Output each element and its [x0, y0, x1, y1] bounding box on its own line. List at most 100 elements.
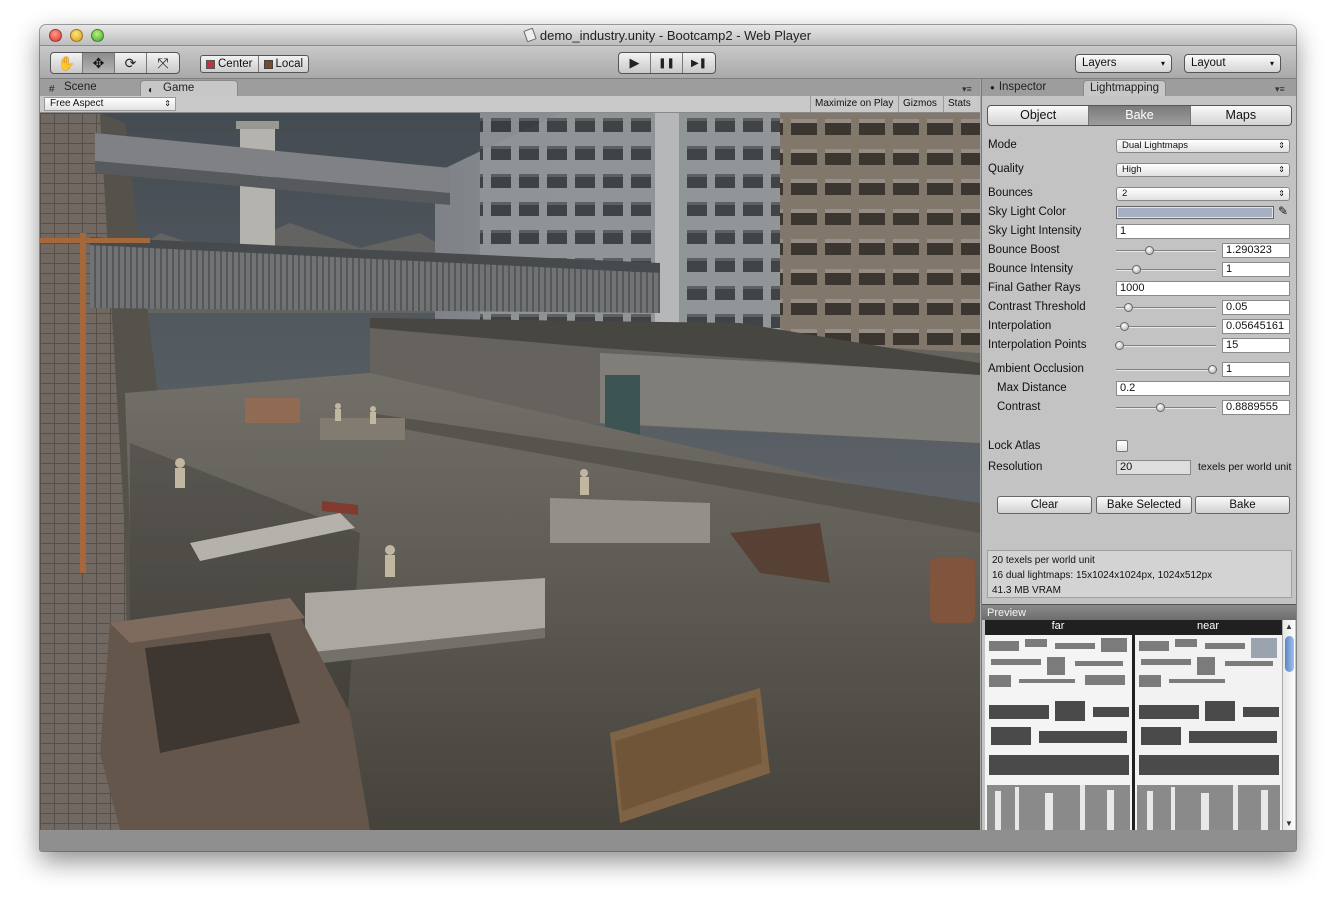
scroll-up-icon[interactable]: ▲ — [1285, 622, 1293, 631]
far-lightmap-thumbnail[interactable] — [985, 635, 1132, 830]
close-window-button[interactable] — [49, 29, 62, 42]
slider-knob[interactable] — [1120, 322, 1129, 331]
tab-scene-label: Scene — [64, 81, 97, 93]
near-label: near — [1196, 620, 1220, 632]
minimize-window-button[interactable] — [70, 29, 83, 42]
view-tab-row: # Scene ◐ Game ▾≡ — [40, 79, 980, 96]
scale-icon: ⤧ — [157, 54, 169, 71]
segment-bake[interactable]: Bake — [1089, 106, 1191, 125]
updown-arrows-icon: ⇕ — [1278, 165, 1285, 174]
step-icon: ▶❚ — [690, 57, 708, 69]
interpolation-label: Interpolation — [988, 320, 1052, 332]
ambient-occlusion-row: Ambient Occlusion 1 — [988, 361, 1294, 378]
lock-atlas-checkbox[interactable] — [1116, 440, 1128, 452]
contrast-label: Contrast — [997, 401, 1041, 413]
slider-knob[interactable] — [1124, 303, 1133, 312]
layers-dropdown[interactable]: Layers ▾ — [1075, 54, 1172, 73]
move-tool-button[interactable]: ✥ — [83, 53, 115, 73]
aspect-dropdown[interactable]: Free Aspect ⇕ — [44, 97, 176, 111]
interpolation-points-row: Interpolation Points 15 — [988, 337, 1294, 354]
inspector-icon: ● — [990, 83, 995, 92]
tab-lightmapping[interactable]: Lightmapping — [1083, 80, 1167, 96]
sky-light-color-swatch[interactable] — [1116, 206, 1274, 219]
resolution-unit: texels per world unit — [1198, 461, 1292, 473]
scale-tool-button[interactable]: ⤧ — [147, 53, 179, 73]
interpolation-field[interactable]: 0.05645161 — [1222, 319, 1290, 334]
info-line: 16 dual lightmaps: 15x1024x1024px, 1024x… — [992, 570, 1213, 581]
segment-maps[interactable]: Maps — [1191, 106, 1291, 125]
contrast-threshold-field[interactable]: 0.05 — [1222, 300, 1290, 315]
lightmapping-segmented-control: Object Bake Maps — [987, 105, 1292, 126]
chevron-down-icon: ▾ — [1269, 59, 1274, 68]
scroll-thumb[interactable] — [1285, 636, 1294, 672]
slider-knob[interactable] — [1132, 265, 1141, 274]
stats-button[interactable]: Stats — [943, 96, 975, 112]
sky-light-intensity-field[interactable]: 1 — [1116, 224, 1290, 239]
bake-button[interactable]: Bake — [1195, 496, 1290, 514]
layout-dropdown[interactable]: Layout ▾ — [1184, 54, 1281, 73]
max-distance-field[interactable]: 0.2 — [1116, 381, 1290, 396]
quality-dropdown[interactable]: High ⇕ — [1116, 163, 1290, 177]
rotate-tool-button[interactable]: ⟳ — [115, 53, 147, 73]
inspector-menu-icon[interactable]: ▾≡ — [1275, 84, 1285, 95]
game-viewport[interactable] — [40, 113, 980, 830]
eyedropper-icon[interactable]: ✎ — [1278, 203, 1288, 220]
ambient-occlusion-field[interactable]: 1 — [1222, 362, 1290, 377]
step-button[interactable]: ▶❚ — [683, 53, 715, 73]
pivot-label: Center — [218, 58, 253, 70]
ambient-occlusion-label: Ambient Occlusion — [988, 363, 1084, 375]
slider-knob[interactable] — [1156, 403, 1165, 412]
bounce-boost-slider[interactable] — [1116, 246, 1216, 255]
unity-document-icon — [523, 27, 537, 43]
scroll-down-icon[interactable]: ▼ — [1285, 819, 1293, 828]
panel-menu-icon[interactable]: ▾≡ — [962, 84, 972, 95]
contrast-slider[interactable] — [1116, 403, 1216, 412]
final-gather-rays-field[interactable]: 1000 — [1116, 281, 1290, 296]
contrast-row: Contrast 0.8889555 — [988, 399, 1294, 416]
tab-game[interactable]: ◐ Game — [140, 80, 238, 96]
slider-knob[interactable] — [1115, 341, 1124, 350]
pivot-center-button[interactable]: Center — [201, 56, 259, 72]
bounce-intensity-slider[interactable] — [1116, 265, 1216, 274]
interpolation-points-slider[interactable] — [1115, 341, 1216, 350]
tab-scene[interactable]: # Scene — [42, 80, 134, 96]
max-distance-label: Max Distance — [997, 382, 1067, 394]
mode-dropdown[interactable]: Dual Lightmaps ⇕ — [1116, 139, 1290, 153]
play-icon: ▶ — [629, 55, 640, 70]
contrast-threshold-row: Contrast Threshold 0.05 — [988, 299, 1294, 316]
bake-selected-button[interactable]: Bake Selected — [1096, 496, 1192, 514]
updown-arrows-icon: ⇕ — [164, 99, 171, 108]
quality-value: High — [1122, 164, 1142, 175]
tab-inspector[interactable]: ● Inspector — [990, 80, 1046, 96]
preview-scrollbar[interactable]: ▲ ▼ — [1282, 620, 1295, 830]
interpolation-points-field[interactable]: 15 — [1222, 338, 1290, 353]
contrast-threshold-slider[interactable] — [1116, 303, 1216, 312]
bounces-dropdown[interactable]: 2 ⇕ — [1116, 187, 1290, 201]
bounces-row: Bounces 2 ⇕ — [988, 185, 1294, 202]
contrast-field[interactable]: 0.8889555 — [1222, 400, 1290, 415]
layout-label: Layout — [1191, 57, 1226, 69]
bounces-label: Bounces — [988, 187, 1033, 199]
maximize-on-play-button[interactable]: Maximize on Play — [810, 96, 897, 112]
ambient-occlusion-slider[interactable] — [1116, 365, 1217, 374]
near-lightmap-thumbnail[interactable] — [1135, 635, 1282, 830]
segment-object[interactable]: Object — [988, 106, 1090, 125]
bounce-boost-field[interactable]: 1.290323 — [1222, 243, 1290, 258]
space-local-button[interactable]: Local — [259, 56, 309, 72]
slider-knob[interactable] — [1208, 365, 1217, 374]
play-button[interactable]: ▶ — [619, 53, 651, 73]
slider-knob[interactable] — [1145, 246, 1154, 255]
bounce-intensity-field[interactable]: 1 — [1222, 262, 1290, 277]
hand-tool-button[interactable]: ✋ — [51, 53, 83, 73]
pause-button[interactable]: ❚❚ — [651, 53, 683, 73]
interpolation-row: Interpolation 0.05645161 — [988, 318, 1294, 335]
tab-lightmapping-label: Lightmapping — [1090, 82, 1160, 94]
mode-row: Mode Dual Lightmaps ⇕ — [988, 137, 1294, 154]
gizmos-button[interactable]: Gizmos — [898, 96, 941, 112]
zoom-window-button[interactable] — [91, 29, 104, 42]
resolution-field[interactable]: 20 — [1116, 460, 1191, 475]
clear-button[interactable]: Clear — [997, 496, 1092, 514]
preview-header[interactable]: Preview — [982, 604, 1296, 620]
interpolation-slider[interactable] — [1116, 322, 1216, 331]
updown-arrows-icon: ⇕ — [1278, 141, 1285, 150]
